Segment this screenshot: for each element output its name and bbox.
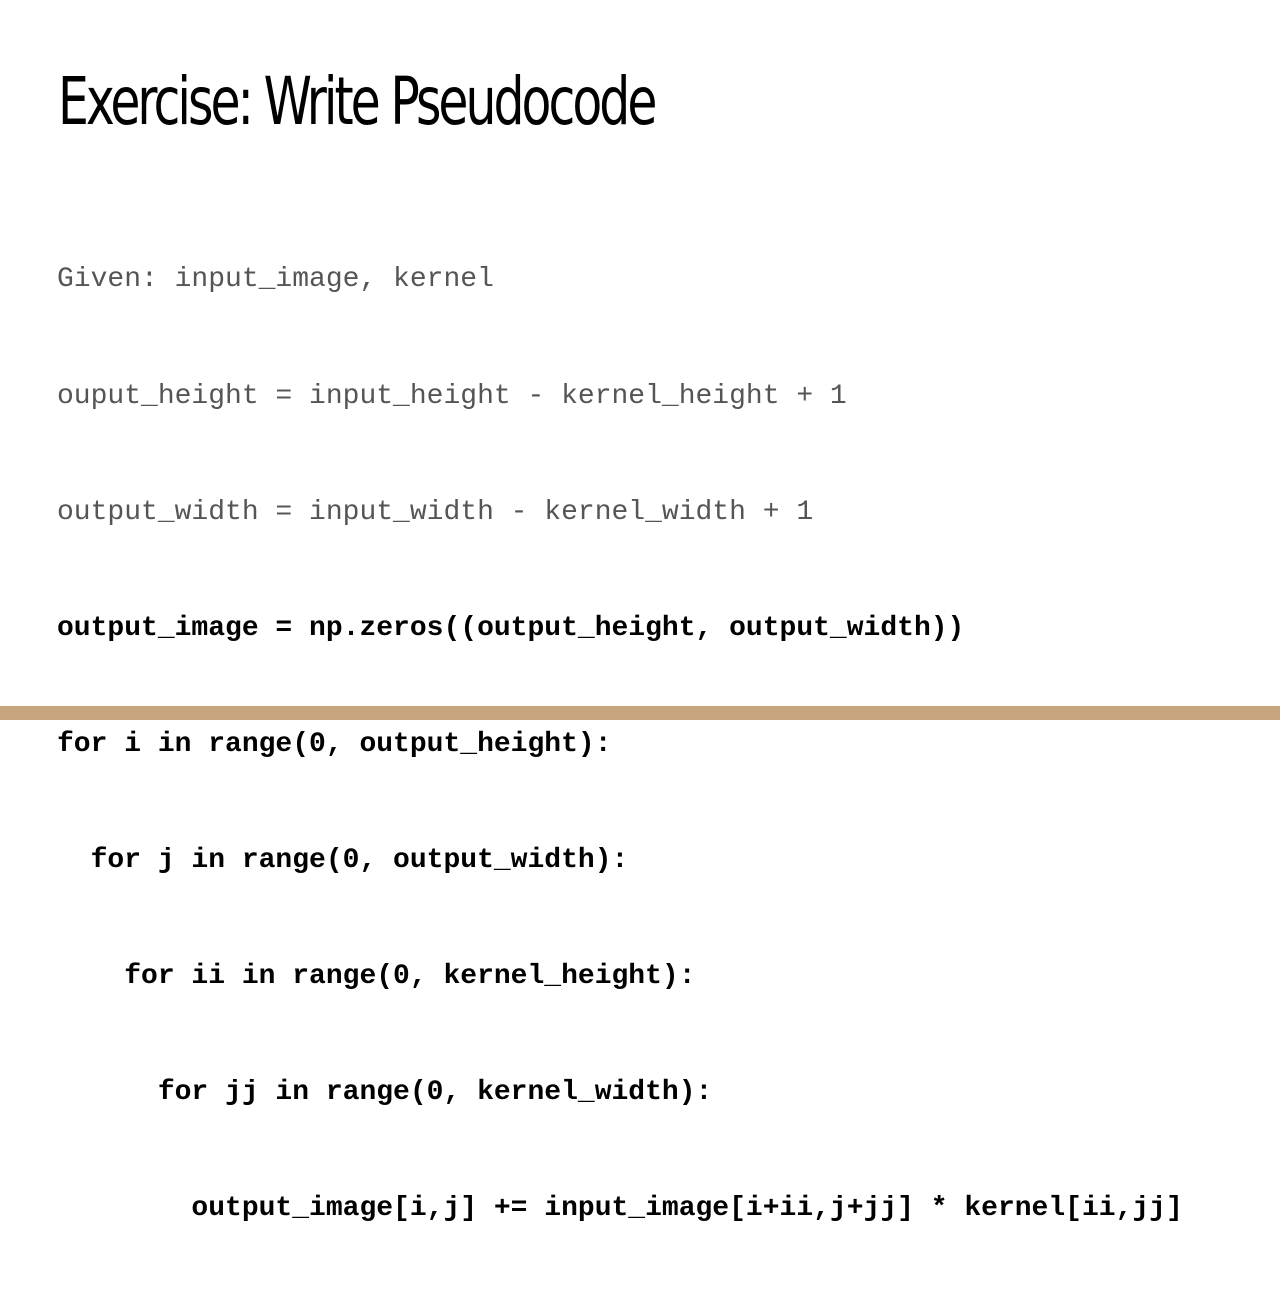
udemy-watermark: Udemy — [1216, 692, 1266, 706]
slide-title: Exercise: Write Pseudocode — [58, 63, 657, 140]
code-line: for i in range(0, output_height): — [57, 728, 612, 760]
code-line: output_width = input_width - kernel_widt… — [57, 496, 814, 528]
slide: Exercise: Write Pseudocode Given: input_… — [0, 0, 1280, 1224]
code-line: output_image = np.zeros((output_height, … — [57, 612, 965, 644]
code-line: for jj in range(0, kernel_width): — [57, 1077, 713, 1109]
code-line: for j in range(0, output_width): — [57, 844, 629, 876]
code-line: output_image[i,j] += input_image[i+ii,j+… — [57, 1193, 1183, 1225]
pseudocode-block: Given: input_image, kernel ouput_height … — [57, 184, 1183, 1306]
footer-bar — [0, 706, 1280, 720]
code-line: Given: input_image, kernel — [57, 264, 494, 296]
code-line: ouput_height = input_height - kernel_hei… — [57, 380, 847, 412]
watermark-text: Udemy — [1229, 694, 1266, 706]
code-line: for ii in range(0, kernel_height): — [57, 960, 696, 992]
udemy-logo-icon — [1216, 692, 1227, 706]
